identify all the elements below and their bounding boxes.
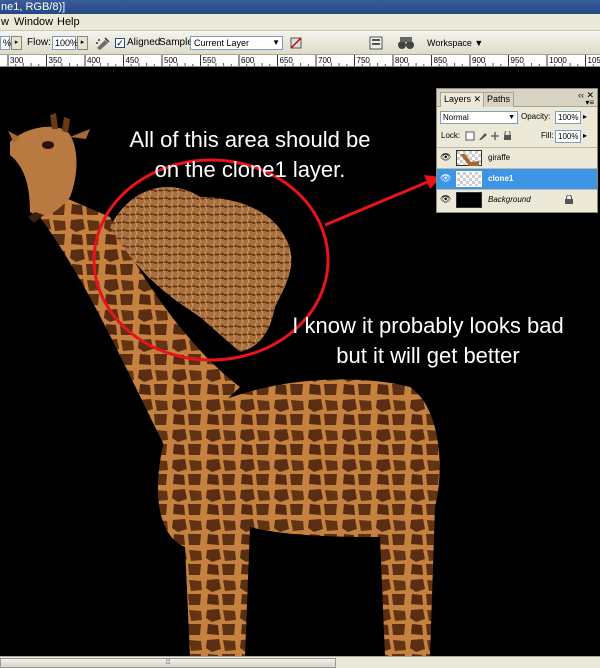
tab-paths-label: Paths	[487, 94, 511, 104]
ruler-label: 750	[357, 56, 371, 65]
ruler-ticks: 300 350 400 450 500 550 600 650 700 750 800 850 900 9…	[7, 55, 600, 66]
flow-label: Flow:	[27, 37, 51, 48]
menu-item-window[interactable]: Window	[14, 16, 53, 28]
layer-row-background[interactable]: 👁 Background	[437, 189, 597, 210]
flow-field[interactable]: 100%	[52, 36, 78, 50]
ruler-label: 350	[49, 56, 63, 65]
annotation-bottom-line2: but it will get better	[336, 343, 520, 368]
visibility-eye-icon[interactable]: 👁	[440, 174, 451, 183]
blend-mode-value: Normal	[443, 113, 469, 122]
ruler-label: 550	[203, 56, 217, 65]
lock-all-icon[interactable]	[504, 135, 511, 140]
ruler-label: 850	[434, 56, 448, 65]
giraffe-eye	[42, 141, 54, 149]
lock-icons	[465, 131, 511, 141]
scrollbar-grip-icon: ⦙⦙⦙	[165, 659, 171, 666]
layer-thumbnail	[456, 192, 482, 208]
horizontal-scrollbar[interactable]: ⦙⦙⦙	[0, 658, 336, 668]
layer-row-clone1[interactable]: 👁 clone1	[437, 168, 597, 189]
menu-item-help[interactable]: Help	[57, 16, 80, 28]
bridge-binoculars-icon[interactable]	[396, 35, 416, 51]
ruler-label: 1050	[588, 56, 600, 65]
aligned-label: Aligned	[127, 37, 161, 48]
ruler-label: 800	[395, 56, 409, 65]
ruler-label: 650	[280, 56, 294, 65]
layers-panel: Layers ✕ Paths ‹‹ ✕ ▾≡ Normal ▼ Opacity:…	[436, 88, 598, 213]
ruler-label: 600	[241, 56, 255, 65]
layer-opacity-field[interactable]: 100%	[555, 111, 581, 124]
opacity-field[interactable]: %	[0, 36, 11, 50]
annotation-arrow	[324, 179, 431, 227]
annotation-top-line2: on the clone1 layer.	[154, 157, 346, 182]
tab-layers-label: Layers	[444, 94, 472, 104]
menu-item-view[interactable]: w	[1, 16, 9, 28]
annotation-text-top: All of this area should be on the clone1…	[100, 125, 400, 185]
ruler-label: 700	[318, 56, 332, 65]
tab-layers[interactable]: Layers ✕	[440, 92, 486, 107]
lock-transparent-icon[interactable]	[465, 131, 475, 141]
sample-dropdown-value: Current Layer	[194, 38, 250, 48]
ruler-label: 950	[511, 56, 525, 65]
chevron-down-icon: ▼	[272, 38, 280, 47]
layer-fill-field[interactable]: 100%	[555, 130, 581, 143]
tab-paths[interactable]: Paths	[483, 92, 515, 107]
airbrush-icon[interactable]	[95, 36, 111, 50]
layer-name: Background	[488, 195, 531, 204]
layer-row-giraffe[interactable]: 👁 giraffe	[437, 147, 597, 168]
giraffe-thumbnail-icon	[460, 154, 479, 166]
layers-panel-tabs: Layers ✕ Paths ‹‹ ✕ ▾≡	[437, 89, 597, 107]
ruler-label: 300	[10, 56, 24, 65]
visibility-eye-icon[interactable]: 👁	[440, 195, 451, 204]
workspace-label: Workspace	[427, 38, 472, 48]
ignore-adjustment-layers-icon[interactable]	[290, 37, 303, 49]
fill-arrow-icon[interactable]: ▸	[583, 131, 587, 140]
layer-name: clone1	[488, 174, 514, 183]
window-title: ne1, RGB/8)]	[1, 1, 66, 13]
chevron-down-icon: ▼	[508, 114, 515, 121]
palette-well-icon[interactable]	[369, 36, 383, 50]
annotation-bottom-line1: I know it probably looks bad	[292, 313, 564, 338]
lock-icon	[565, 195, 573, 204]
opacity-arrow-button[interactable]: ▸	[11, 36, 22, 50]
ruler-label: 500	[164, 56, 178, 65]
flow-arrow-button[interactable]: ▸	[77, 36, 88, 50]
layer-thumbnail	[456, 171, 482, 187]
close-icon[interactable]: ✕	[474, 94, 482, 104]
panel-menu-icon[interactable]: ▾≡	[585, 99, 594, 107]
visibility-eye-icon[interactable]: 👁	[440, 153, 451, 162]
status-bar: ⦙⦙⦙	[0, 656, 600, 668]
sample-dropdown[interactable]: Current Layer ▼	[190, 36, 283, 50]
horizontal-ruler: 300 350 400 450 500 550 600 650 700 750 800 850 900 9…	[0, 55, 600, 67]
fill-label: Fill:	[541, 131, 554, 140]
annotation-text-bottom: I know it probably looks bad but it will…	[260, 311, 596, 371]
lock-label: Lock:	[441, 131, 461, 140]
layer-thumbnail	[456, 150, 482, 166]
ruler-label: 1000	[549, 56, 567, 65]
layer-name: giraffe	[488, 153, 511, 162]
ruler-label: 450	[126, 56, 140, 65]
lock-position-icon[interactable]	[491, 132, 499, 140]
menu-bar: w Window Help	[0, 14, 600, 31]
annotation-top-line1: All of this area should be	[129, 127, 371, 152]
ruler-label: 900	[472, 56, 486, 65]
aligned-checkbox[interactable]: ✓	[115, 38, 125, 48]
opacity-arrow-icon[interactable]: ▸	[583, 112, 587, 121]
lock-image-brush-icon[interactable]	[479, 133, 487, 140]
workspace-button[interactable]: Workspace ▼	[427, 36, 483, 50]
ruler-label: 400	[87, 56, 101, 65]
window-title-bar: ne1, RGB/8)]	[0, 0, 600, 14]
opacity-label: Opacity:	[521, 112, 551, 121]
blend-mode-dropdown[interactable]: Normal ▼	[440, 111, 518, 124]
options-bar: % ▸ Flow: 100% ▸ ✓ Aligned Sample: Curre…	[0, 31, 600, 55]
